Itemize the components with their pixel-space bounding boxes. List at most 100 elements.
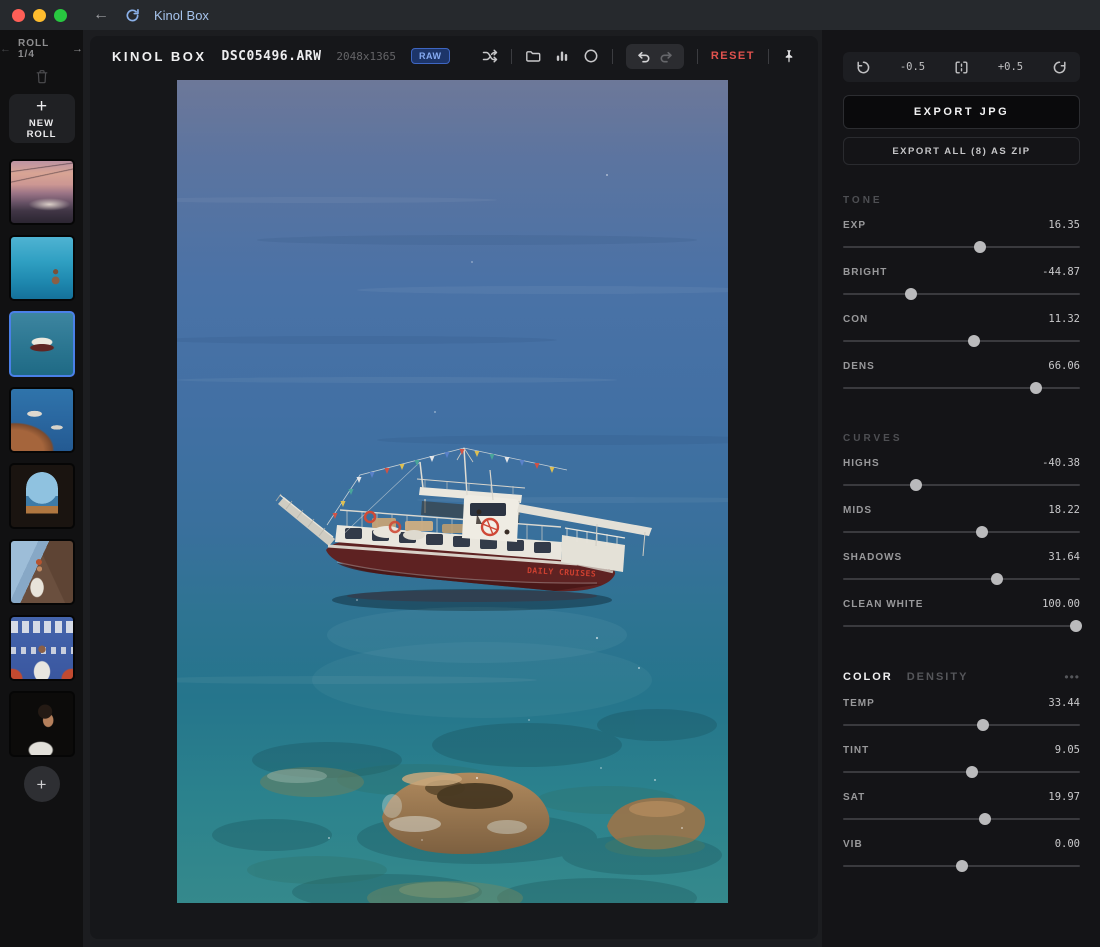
reload-icon[interactable] bbox=[125, 8, 140, 23]
new-roll-label: NEW ROLL bbox=[15, 118, 69, 140]
thumbnail-man-on-cliff[interactable] bbox=[9, 539, 75, 605]
slider-thumb-temp[interactable] bbox=[977, 719, 989, 731]
slider-track-dens[interactable] bbox=[843, 387, 1080, 389]
thumbnail-turquoise-cove-swimmer[interactable] bbox=[9, 235, 75, 301]
rotate-minus-step[interactable]: -0.5 bbox=[894, 60, 931, 74]
slider-thumb-sat[interactable] bbox=[979, 813, 991, 825]
color-slider-tint: TINT9.05 bbox=[843, 744, 1080, 773]
slider-value-dens: 66.06 bbox=[1048, 360, 1080, 372]
slider-thumb-vib[interactable] bbox=[956, 860, 968, 872]
next-roll-arrow-icon[interactable]: → bbox=[72, 44, 83, 55]
thumbnail-portrait-profile-dark[interactable] bbox=[9, 691, 75, 757]
crop-icon[interactable] bbox=[954, 60, 969, 75]
tone-slider-exp: EXP 16.35 bbox=[843, 219, 1080, 248]
slider-head: TEMP33.44 bbox=[843, 697, 1080, 709]
rotate-cw-icon[interactable] bbox=[1052, 60, 1067, 75]
slider-value-bright: -44.87 bbox=[1042, 266, 1080, 278]
rotate-plus-step[interactable]: +0.5 bbox=[992, 60, 1029, 74]
redo-icon[interactable] bbox=[660, 50, 674, 63]
back-arrow-icon[interactable]: ← bbox=[93, 7, 109, 23]
trash-icon[interactable] bbox=[35, 69, 49, 84]
section-tone: TONEEXP16.35BRIGHT-44.87CON11.32DENS66.0… bbox=[843, 195, 1080, 389]
slider-value-sat: 19.97 bbox=[1048, 791, 1080, 803]
slider-thumb-bright[interactable] bbox=[905, 288, 917, 300]
slider-thumb-dens[interactable] bbox=[1030, 382, 1042, 394]
slider-head: DENS66.06 bbox=[843, 360, 1080, 372]
adjustments-panel: -0.5 +0.5 EXPORT JPG EXPORT ALL (8) AS Z… bbox=[822, 30, 1100, 947]
slider-value-exp: 16.35 bbox=[1048, 219, 1080, 231]
toolbar-divider bbox=[697, 49, 698, 64]
photo-canvas[interactable]: DAILY CRUISES bbox=[177, 80, 728, 903]
file-info: KINOL BOX DSC05496.ARW 2048x1365 RAW bbox=[112, 48, 450, 64]
slider-track-bright[interactable] bbox=[843, 293, 1080, 295]
slider-head: HIGHS-40.38 bbox=[843, 457, 1080, 469]
slider-track-sat[interactable] bbox=[843, 818, 1080, 820]
close-window-button[interactable] bbox=[12, 9, 25, 22]
export-all-zip-button[interactable]: EXPORT ALL (8) AS ZIP bbox=[843, 137, 1080, 165]
tab-color[interactable]: COLOR bbox=[843, 671, 893, 683]
slider-thumb-highs[interactable] bbox=[910, 479, 922, 491]
slider-value-con: 11.32 bbox=[1048, 313, 1080, 325]
thumbnail-sunset-harbor[interactable] bbox=[9, 159, 75, 225]
slider-label-exp: EXP bbox=[843, 220, 866, 231]
thumbnail-man-blue-sign[interactable] bbox=[9, 615, 75, 681]
undo-icon[interactable] bbox=[636, 50, 650, 63]
slider-value-vib: 0.00 bbox=[1055, 838, 1080, 850]
slider-head: EXP 16.35 bbox=[843, 219, 1080, 231]
slider-value-shadows: 31.64 bbox=[1048, 551, 1080, 563]
slider-label-shadows: SHADOWS bbox=[843, 552, 902, 563]
next-card-edge bbox=[90, 941, 818, 947]
plus-icon: + bbox=[36, 97, 47, 116]
more-options-icon[interactable]: ••• bbox=[1064, 674, 1080, 680]
slider-sections: TONEEXP16.35BRIGHT-44.87CON11.32DENS66.0… bbox=[843, 195, 1080, 627]
reset-button[interactable]: RESET bbox=[711, 50, 755, 62]
slider-track-clean-white[interactable] bbox=[843, 625, 1080, 627]
rotate-ccw-icon[interactable] bbox=[856, 60, 871, 75]
export-jpg-button[interactable]: EXPORT JPG bbox=[843, 95, 1080, 129]
slider-track-vib[interactable] bbox=[843, 865, 1080, 867]
shuffle-icon[interactable] bbox=[482, 48, 498, 64]
raw-format-badge: RAW bbox=[411, 48, 450, 64]
slider-label-tint: TINT bbox=[843, 745, 869, 756]
slider-label-con: CON bbox=[843, 314, 868, 325]
slider-thumb-mids[interactable] bbox=[976, 526, 988, 538]
minimize-window-button[interactable] bbox=[33, 9, 46, 22]
slider-thumb-con[interactable] bbox=[968, 335, 980, 347]
pin-icon[interactable] bbox=[782, 49, 796, 64]
slider-track-exp[interactable] bbox=[843, 246, 1080, 248]
circle-focus-icon[interactable] bbox=[583, 48, 599, 64]
slider-label-highs: HIGHS bbox=[843, 458, 880, 469]
editor-header: KINOL BOX DSC05496.ARW 2048x1365 RAW bbox=[90, 36, 818, 76]
window-title: Kinol Box bbox=[154, 8, 209, 23]
add-photo-button[interactable]: + bbox=[24, 766, 60, 802]
curves-slider-shadows: SHADOWS 31.64 bbox=[843, 551, 1080, 580]
tab-group: COLOR DENSITY bbox=[843, 671, 968, 683]
thumbnail-stone-arch-sea-view[interactable] bbox=[9, 463, 75, 529]
tab-density[interactable]: DENSITY bbox=[907, 671, 969, 683]
slider-track-temp[interactable] bbox=[843, 724, 1080, 726]
slider-head: SAT19.97 bbox=[843, 791, 1080, 803]
slider-thumb-clean-white[interactable] bbox=[1070, 620, 1082, 632]
app-window: ← Kinol Box ← ROLL 1/4 → + NEW ROLL + bbox=[0, 0, 1100, 947]
slider-thumb-exp[interactable] bbox=[974, 241, 986, 253]
tone-slider-con: CON 11.32 bbox=[843, 313, 1080, 342]
slider-track-tint[interactable] bbox=[843, 771, 1080, 773]
folder-icon[interactable] bbox=[525, 48, 541, 64]
tone-slider-bright: BRIGHT-44.87 bbox=[843, 266, 1080, 295]
filmstrip-sidebar: ← ROLL 1/4 → + NEW ROLL + bbox=[0, 30, 83, 947]
curves-slider-mids: MIDS18.22 bbox=[843, 504, 1080, 533]
slider-track-mids[interactable] bbox=[843, 531, 1080, 533]
thumbnail-aerial-boats-cliff[interactable] bbox=[9, 387, 75, 453]
editor-toolbar: RESET bbox=[482, 44, 796, 69]
histogram-icon[interactable] bbox=[554, 48, 570, 64]
slider-track-con[interactable] bbox=[843, 340, 1080, 342]
slider-thumb-tint[interactable] bbox=[966, 766, 978, 778]
slider-track-shadows[interactable] bbox=[843, 578, 1080, 580]
slider-track-highs[interactable] bbox=[843, 484, 1080, 486]
thumbnail-boat-at-anchor[interactable] bbox=[9, 311, 75, 377]
slider-thumb-shadows[interactable] bbox=[991, 573, 1003, 585]
new-roll-button[interactable]: + NEW ROLL bbox=[9, 94, 75, 143]
zoom-window-button[interactable] bbox=[54, 9, 67, 22]
file-name: DSC05496.ARW bbox=[222, 49, 322, 64]
prev-roll-arrow-icon[interactable]: ← bbox=[0, 44, 11, 55]
